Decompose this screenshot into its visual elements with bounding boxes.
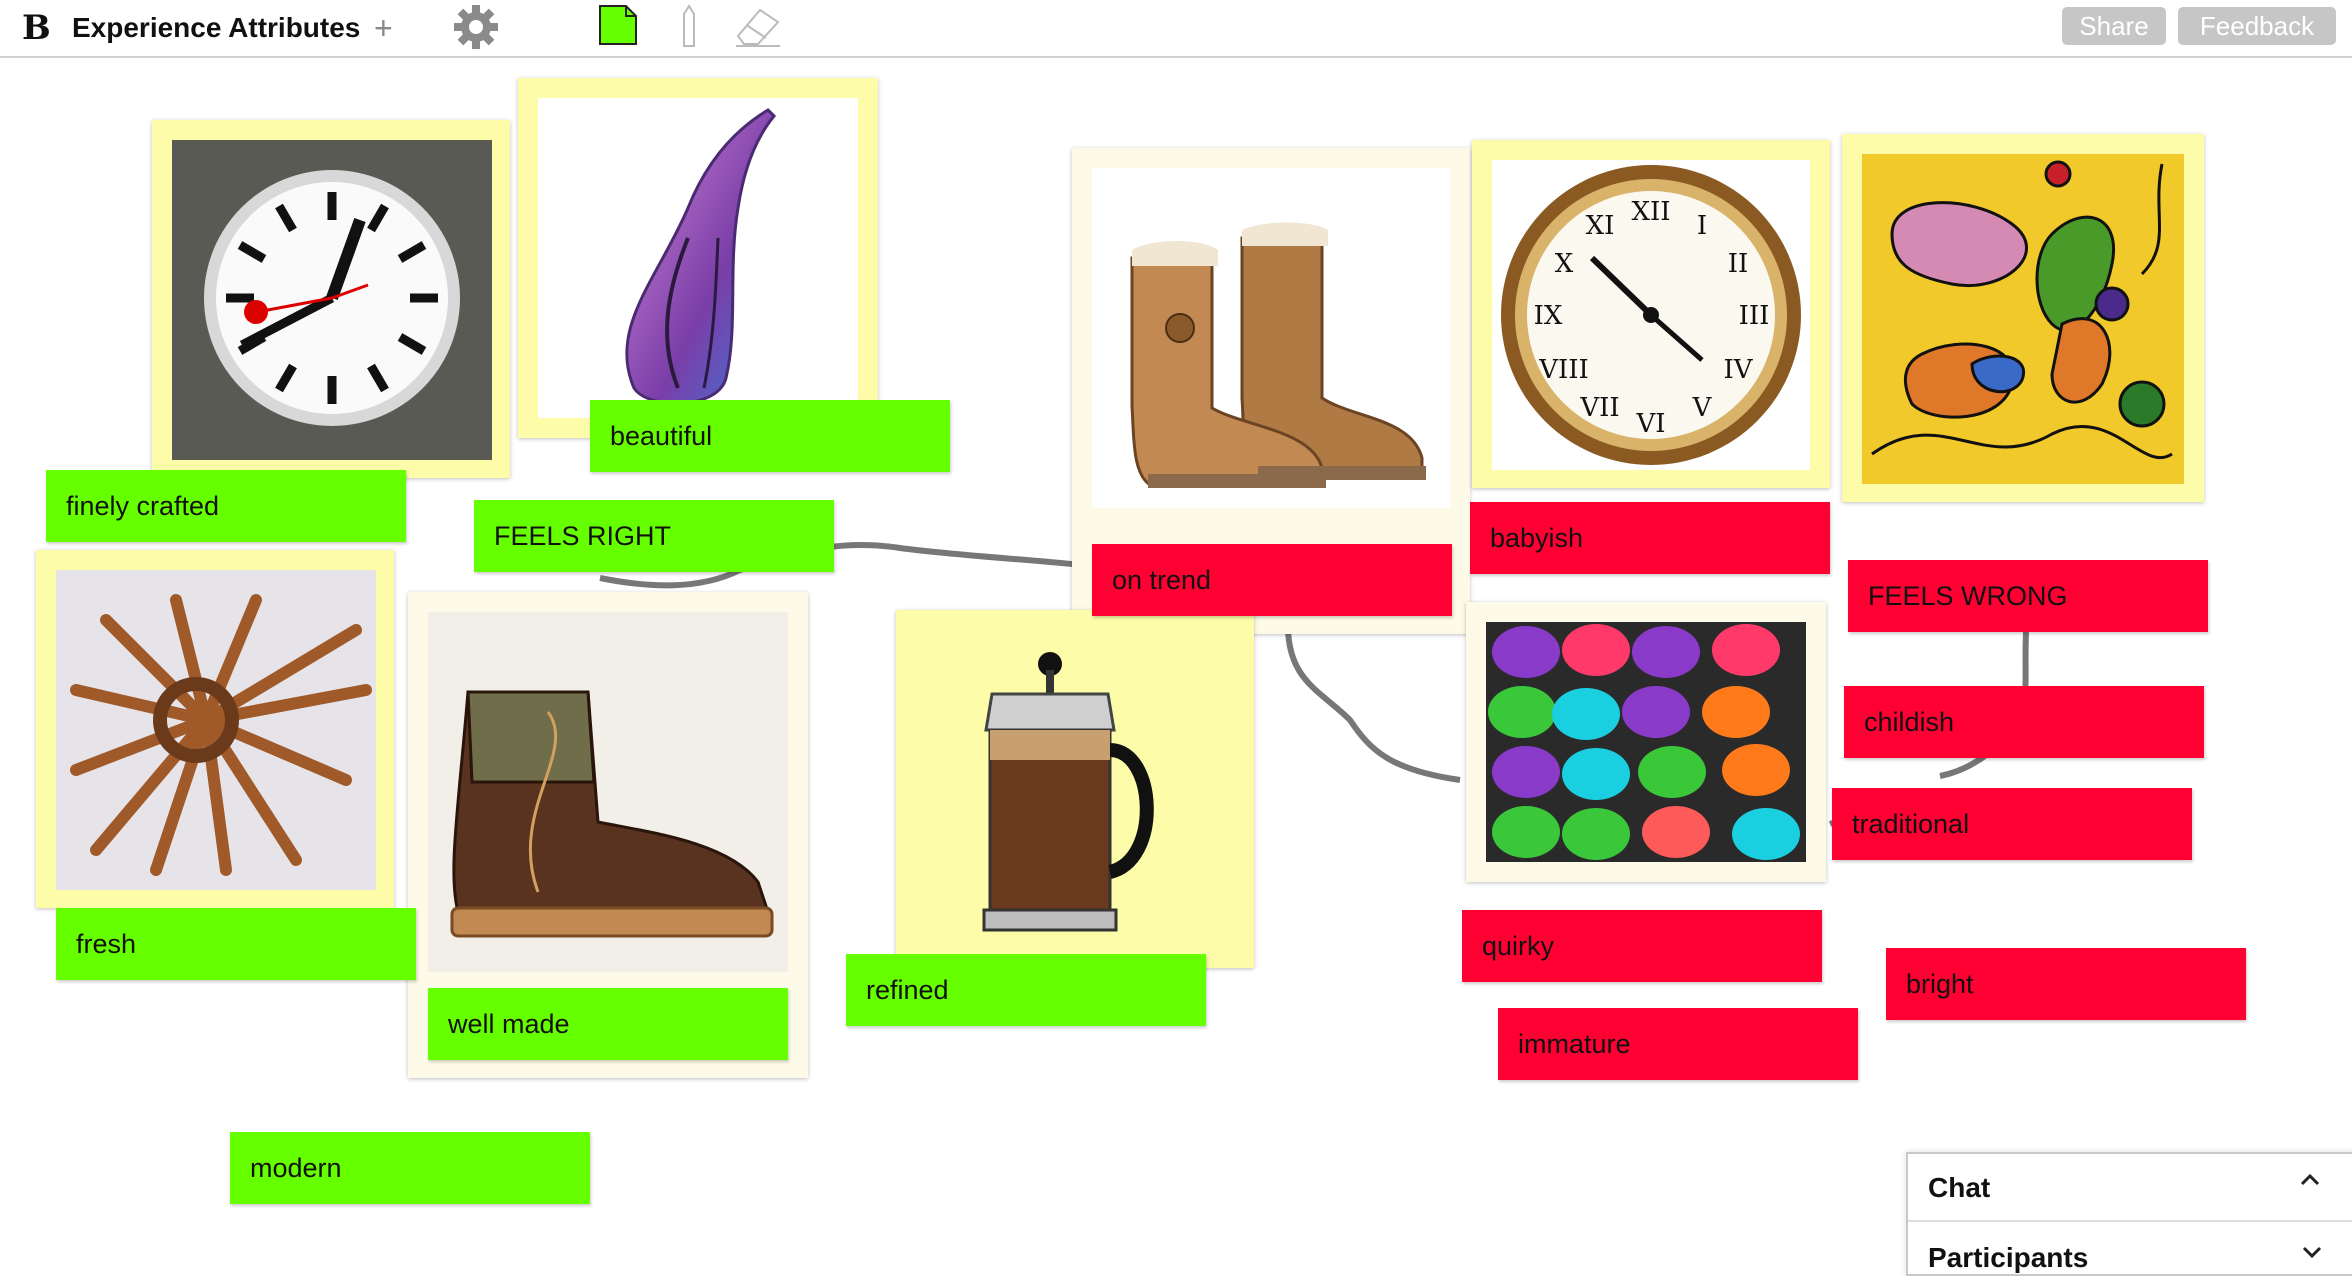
image-card-clock-antique[interactable]: XII VI IX III I II IV V VII VIII X XI [1472, 140, 1830, 488]
participants-title[interactable]: Participants [1928, 1242, 2088, 1274]
station-clock-image [172, 140, 492, 460]
svg-text:VII: VII [1579, 393, 1619, 423]
sticky-finely-crafted[interactable]: finely crafted [46, 470, 406, 542]
image-card-vase[interactable] [518, 78, 878, 438]
image-card-abstract-art[interactable] [1842, 134, 2204, 502]
sticky-on-trend[interactable]: on trend [1092, 544, 1452, 616]
svg-text:V: V [1692, 393, 1713, 423]
image-card-clock-station[interactable] [152, 120, 510, 478]
sticky-beautiful[interactable]: beautiful [590, 400, 950, 472]
sticky-refined[interactable]: refined [846, 954, 1206, 1026]
svg-text:XII: XII [1631, 197, 1670, 227]
svg-text:III: III [1739, 301, 1770, 331]
svg-text:I: I [1697, 211, 1707, 241]
sticky-fresh[interactable]: fresh [56, 908, 416, 980]
image-card-sculpture[interactable] [36, 550, 394, 908]
svg-text:XI: XI [1586, 211, 1615, 241]
svg-text:II: II [1728, 249, 1749, 279]
svg-text:VIII: VIII [1538, 355, 1589, 385]
sheepskin-boots-image [1092, 168, 1450, 508]
abstract-art-image [1862, 154, 2184, 484]
sticky-modern[interactable]: modern [230, 1132, 590, 1204]
svg-text:IV: IV [1723, 355, 1753, 385]
vase-image [538, 98, 858, 418]
sticky-feels-wrong[interactable]: FEELS WRONG [1848, 560, 2208, 632]
sticky-feels-right[interactable]: FEELS RIGHT [474, 500, 834, 572]
leather-boot-image [428, 612, 788, 972]
sticky-childish[interactable]: childish [1844, 686, 2204, 758]
sticky-babyish[interactable]: babyish [1470, 502, 1830, 574]
image-card-crocs[interactable] [1466, 602, 1826, 882]
svg-text:VI: VI [1635, 409, 1665, 439]
svg-text:X: X [1555, 249, 1574, 279]
svg-text:IX: IX [1534, 301, 1563, 331]
sticky-traditional[interactable]: traditional [1832, 788, 2192, 860]
sticky-well-made[interactable]: well made [428, 988, 788, 1060]
chat-header[interactable]: Chat [1908, 1154, 2352, 1222]
chevron-up-icon[interactable] [2296, 1166, 2324, 1202]
chat-title: Chat [1928, 1172, 1991, 1203]
sticky-bright[interactable]: bright [1886, 948, 2246, 1020]
french-press-image [896, 610, 1254, 968]
chat-panel: Chat Participants [1906, 1152, 2352, 1276]
wooden-sculpture-image [56, 570, 376, 890]
sticky-quirky[interactable]: quirky [1462, 910, 1822, 982]
chevron-down-icon[interactable] [2298, 1238, 2326, 1273]
image-card-french-press[interactable] [896, 610, 1254, 968]
sticky-immature[interactable]: immature [1498, 1008, 1858, 1080]
colorful-clogs-image [1486, 622, 1806, 862]
antique-clock-image: XII VI IX III I II IV V VII VIII X XI [1492, 160, 1810, 470]
